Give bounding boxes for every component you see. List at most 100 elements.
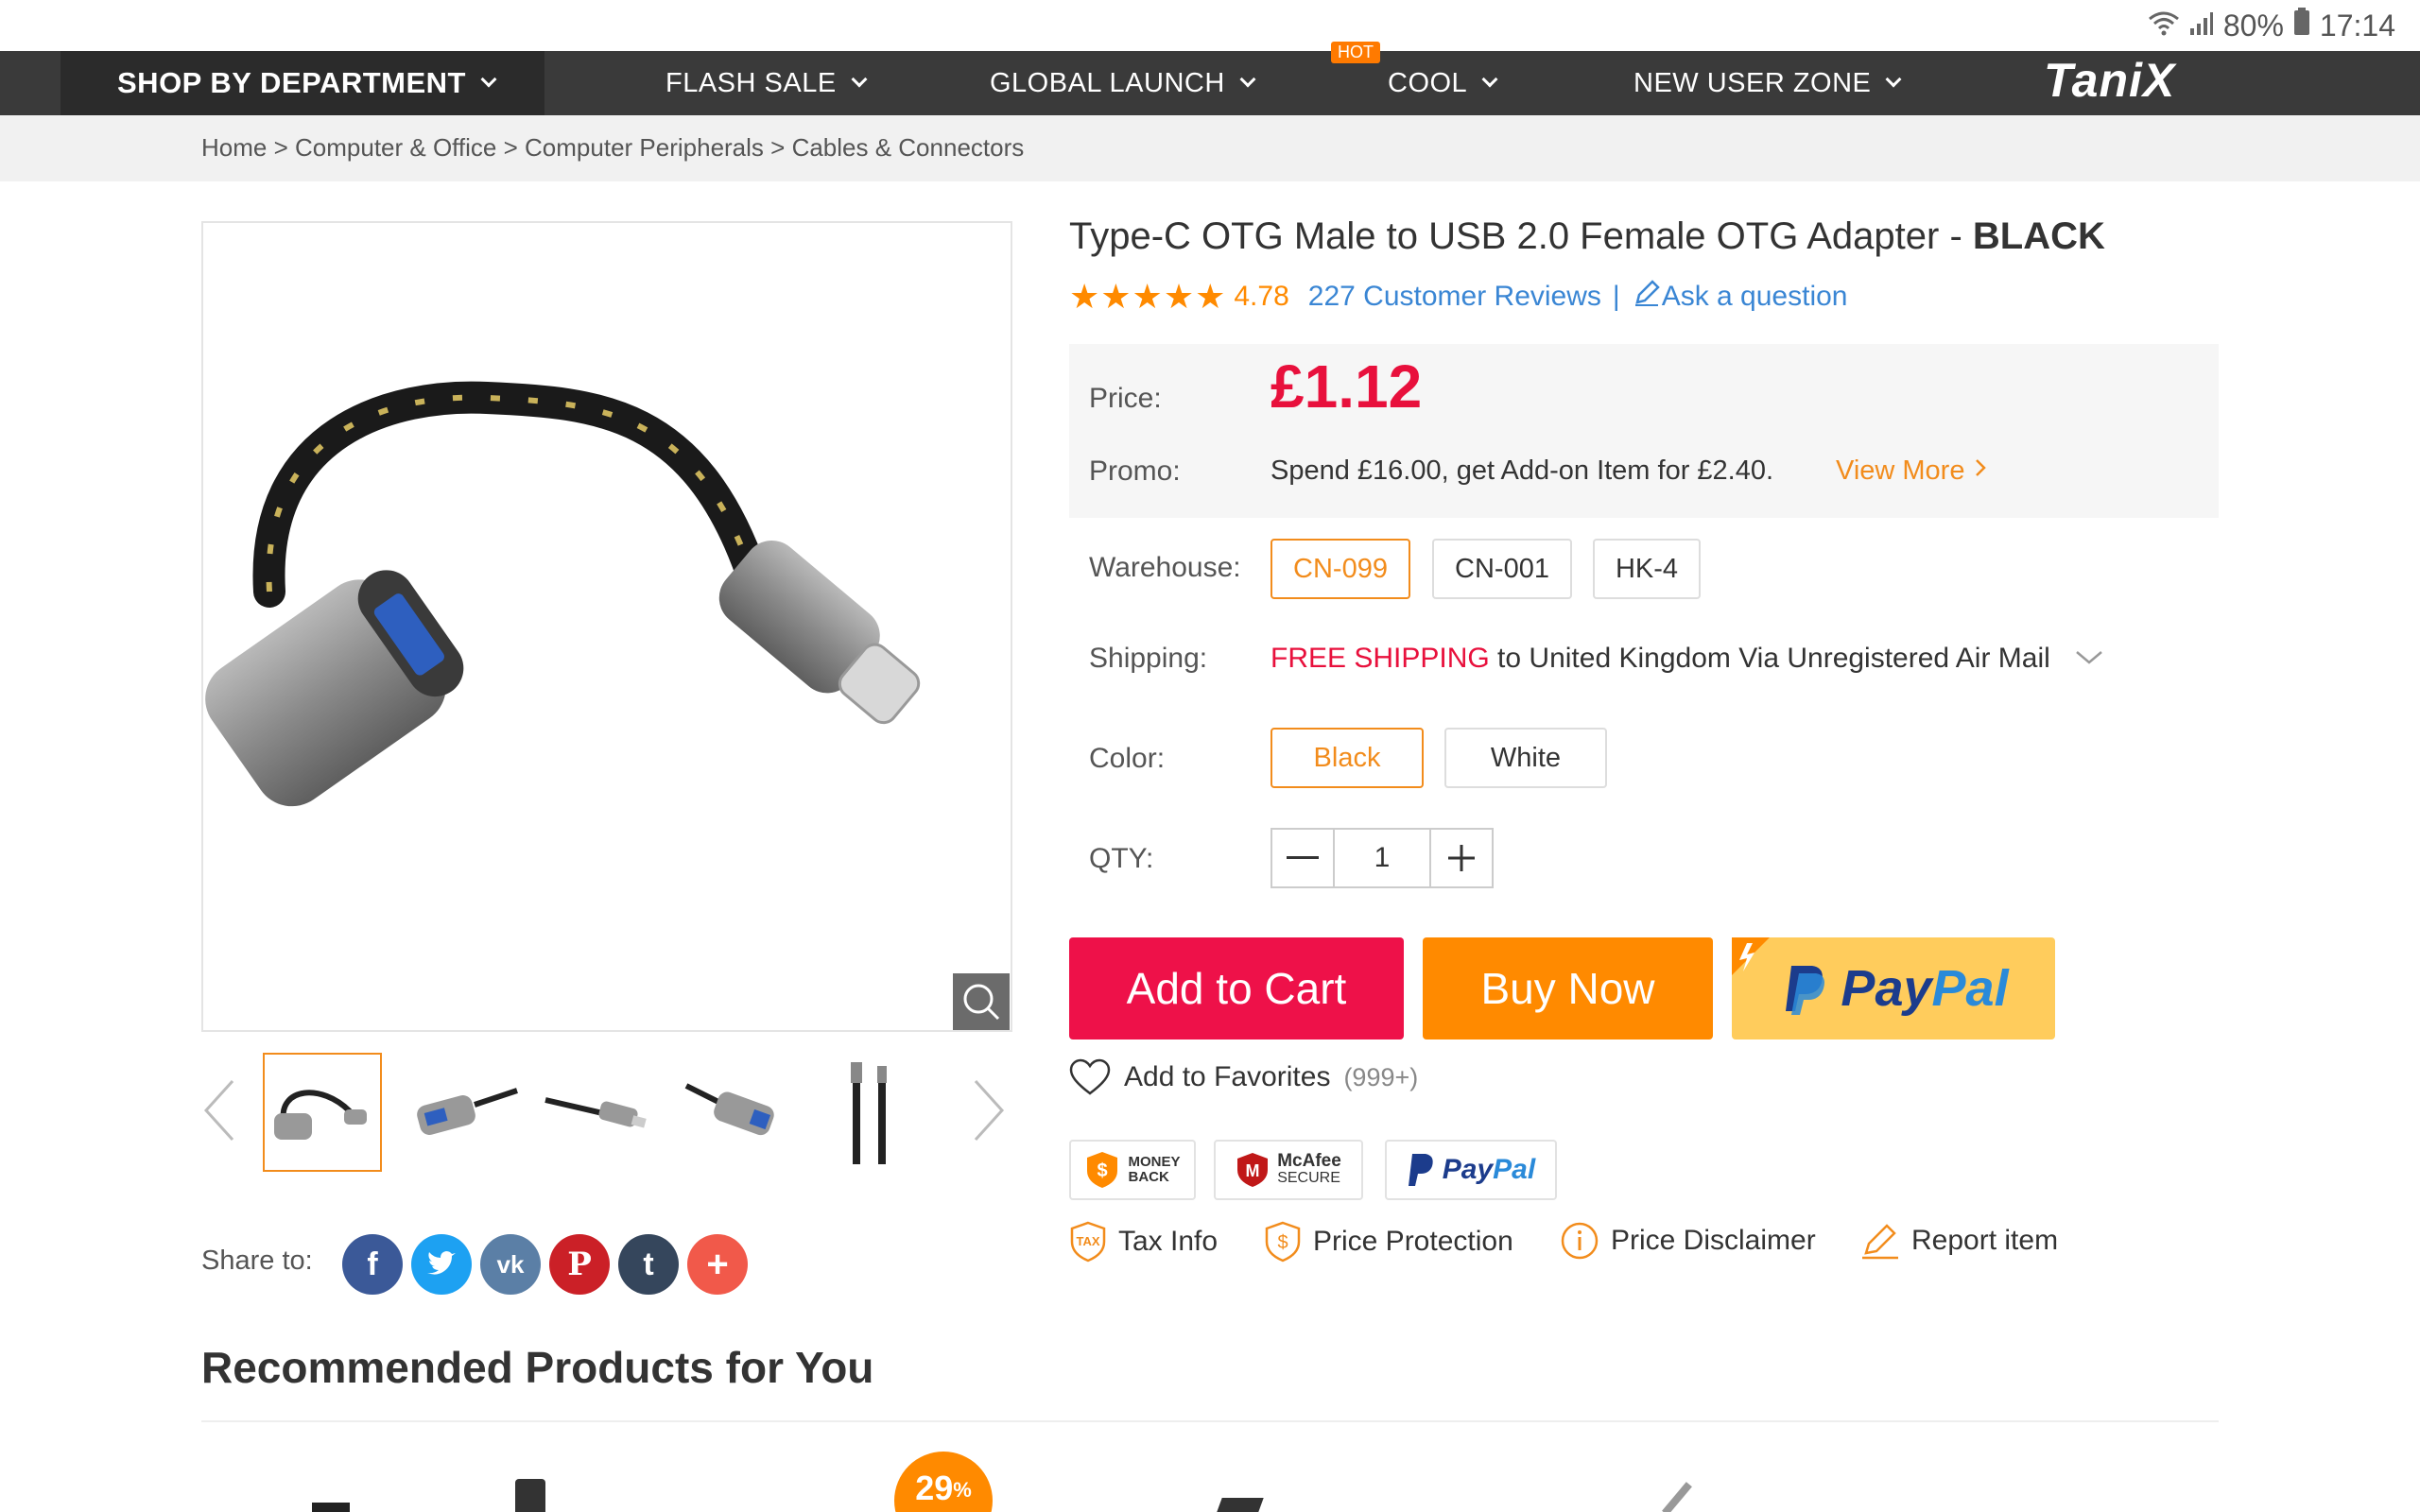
chevron-right-icon <box>1975 459 1986 476</box>
nav-global-launch[interactable]: GLOBAL LAUNCH <box>990 51 1256 115</box>
facebook-share-button[interactable]: f <box>342 1234 403 1295</box>
mcafee-text-2: SECURE <box>1277 1170 1340 1186</box>
thumb-next-button[interactable] <box>970 1077 1008 1143</box>
tax-info-link[interactable]: TAX Tax Info <box>1069 1221 1218 1263</box>
view-more-link[interactable]: View More <box>1836 455 1988 487</box>
discount-badge: 29% <box>894 1452 993 1512</box>
recommended-product-image[interactable] <box>312 1503 350 1512</box>
price-box <box>1069 344 2219 518</box>
paypal-logo-icon <box>1408 1154 1433 1186</box>
pinterest-share-button[interactable]: P <box>549 1234 610 1295</box>
paypal-text-pal: Pal <box>1931 960 2009 1017</box>
warehouse-label: Warehouse: <box>1089 552 1241 583</box>
zoom-button[interactable] <box>953 973 1010 1030</box>
product-title: Type-C OTG Male to USB 2.0 Female OTG Ad… <box>1069 215 2105 258</box>
thumbnail-1[interactable] <box>263 1053 382 1172</box>
rating-value: 4.78 <box>1234 281 1289 312</box>
site-logo[interactable]: TaniX <box>2044 53 2175 108</box>
promo-label: Promo: <box>1089 455 1181 487</box>
promo-text: Spend £16.00, get Add-on Item for £2.40. <box>1270 455 1774 486</box>
warehouse-option-cn-001[interactable]: CN-001 <box>1432 539 1572 599</box>
chevron-down-icon <box>1239 71 1256 88</box>
thumb-prev-button[interactable] <box>200 1077 238 1143</box>
favorites-count: (999+) <box>1343 1062 1419 1091</box>
paypal-badge: PayPal <box>1385 1140 1557 1200</box>
star-rating-icon: ★★★★★ <box>1069 277 1227 316</box>
product-main-image[interactable] <box>201 221 1012 1032</box>
shipping-selector[interactable]: FREE SHIPPING to United Kingdom Via Unre… <box>1270 643 2105 675</box>
color-label: Color: <box>1089 743 1166 774</box>
tumblr-share-button[interactable]: t <box>618 1234 679 1295</box>
recommended-product-image[interactable] <box>1662 1482 1692 1512</box>
customer-reviews-link[interactable]: 227 Customer Reviews <box>1308 281 1601 313</box>
ask-question-link[interactable]: Ask a question <box>1662 281 1848 313</box>
view-more-label: View More <box>1836 455 1965 486</box>
buy-now-button[interactable]: Buy Now <box>1423 937 1713 1040</box>
shipping-label: Shipping: <box>1089 643 1208 674</box>
price-disclaimer-link[interactable]: Price Disclaimer <box>1560 1221 1816 1261</box>
pinterest-icon: P <box>567 1246 592 1283</box>
magnifier-icon <box>963 984 1000 1021</box>
nav-flash-sale[interactable]: FLASH SALE <box>666 51 868 115</box>
qty-input[interactable]: 1 <box>1333 830 1431 886</box>
svg-text:M: M <box>1246 1161 1260 1180</box>
twitter-share-button[interactable] <box>411 1234 472 1295</box>
money-back-text-2: BACK <box>1128 1169 1169 1185</box>
heart-icon <box>1069 1058 1111 1095</box>
wifi-icon <box>2148 9 2180 43</box>
free-shipping-text: FREE SHIPPING <box>1270 643 1490 674</box>
price-protection-link[interactable]: $ Price Protection <box>1264 1221 1513 1263</box>
add-to-cart-button[interactable]: Add to Cart <box>1069 937 1404 1040</box>
paypal-checkout-button[interactable]: Pay Pal <box>1732 937 2055 1040</box>
separator: | <box>1612 281 1620 312</box>
recommended-product-image[interactable] <box>515 1479 545 1512</box>
breadcrumb-computer-peripherals[interactable]: Computer Peripherals <box>525 133 764 162</box>
qty-decrease-button[interactable] <box>1272 830 1333 886</box>
breadcrumb-computer-office[interactable]: Computer & Office <box>295 133 496 162</box>
warehouse-option-hk-4[interactable]: HK-4 <box>1593 539 1701 599</box>
minus-icon <box>1287 856 1319 859</box>
shipping-method-text: to United Kingdom Via Unregistered Air M… <box>1489 643 2050 674</box>
breadcrumb-home[interactable]: Home <box>201 133 267 162</box>
vk-share-button[interactable]: vk <box>480 1234 541 1295</box>
color-option-white[interactable]: White <box>1444 728 1607 788</box>
report-item-label: Report item <box>1911 1225 2059 1256</box>
thumbnail-3[interactable] <box>541 1053 660 1172</box>
battery-percent: 80% <box>2222 8 2284 43</box>
shop-by-department-menu[interactable]: SHOP BY DEPARTMENT <box>60 51 544 115</box>
clock: 17:14 <box>2319 8 2395 43</box>
more-share-button[interactable]: + <box>687 1234 748 1295</box>
warehouse-option-cn-099[interactable]: CN-099 <box>1270 539 1410 599</box>
discount-unit: % <box>953 1478 972 1502</box>
nav-new-user-zone-label: NEW USER ZONE <box>1634 67 1872 98</box>
nav-cool[interactable]: COOL <box>1388 51 1498 115</box>
paypal-text-pay: Pay <box>1841 960 1932 1017</box>
price-protection-label: Price Protection <box>1313 1226 1513 1257</box>
money-back-text-1: MONEY <box>1128 1154 1181 1170</box>
money-back-icon: $ <box>1087 1152 1118 1188</box>
signal-icon <box>2189 9 2214 43</box>
chevron-down-icon <box>2076 651 2102 664</box>
info-icon <box>1560 1221 1599 1261</box>
twitter-icon <box>427 1251 456 1275</box>
paypal-badge-pal: Pal <box>1493 1154 1536 1185</box>
price-value: £1.12 <box>1270 352 1423 421</box>
thumbnail-5[interactable] <box>813 1053 932 1172</box>
chevron-left-icon <box>203 1079 234 1142</box>
tax-icon-text: TAX <box>1076 1234 1099 1248</box>
breadcrumb-cables-connectors[interactable]: Cables & Connectors <box>792 133 1025 162</box>
color-option-black[interactable]: Black <box>1270 728 1424 788</box>
recommended-product-image[interactable] <box>1217 1498 1264 1512</box>
thumbnail-2[interactable] <box>408 1053 527 1172</box>
report-item-link[interactable]: Report item <box>1860 1221 2058 1261</box>
nav-new-user-zone[interactable]: NEW USER ZONE <box>1634 51 1902 115</box>
add-to-favorites[interactable]: Add to Favorites (999+) <box>1069 1058 1418 1096</box>
qty-increase-button[interactable] <box>1431 830 1492 886</box>
add-to-favorites-label: Add to Favorites <box>1124 1061 1331 1092</box>
shield-dollar-icon: $ <box>1264 1221 1302 1263</box>
tax-info-label: Tax Info <box>1118 1226 1219 1257</box>
nav-cool-label: COOL <box>1388 67 1468 98</box>
shop-by-department-label: SHOP BY DEPARTMENT <box>117 66 466 99</box>
thumbnail-4[interactable] <box>677 1053 796 1172</box>
facebook-icon: f <box>367 1246 378 1282</box>
